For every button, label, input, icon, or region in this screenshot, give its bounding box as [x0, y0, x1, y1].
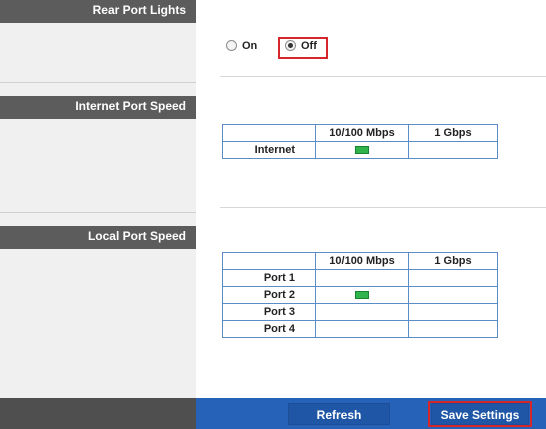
table-row: Port 4 — [222, 320, 498, 338]
speed-10-100-cell — [315, 286, 409, 304]
link-led-icon — [355, 291, 369, 300]
refresh-button[interactable]: Refresh — [288, 403, 390, 425]
speed-1g-cell — [408, 320, 498, 338]
sidebar-divider — [0, 82, 196, 83]
table-header-row: 10/100 Mbps 1 Gbps — [222, 252, 498, 270]
sidebar: Rear Port Lights Internet Port Speed Loc… — [0, 0, 196, 429]
sidebar-divider — [0, 212, 196, 213]
speed-1g-cell — [408, 303, 498, 321]
row-label: Port 2 — [222, 286, 316, 304]
on-radio-label[interactable]: On — [242, 40, 257, 52]
table-header-cell: 1 Gbps — [408, 124, 498, 142]
save-highlight-box — [428, 401, 532, 427]
speed-10-100-cell — [315, 320, 409, 338]
speed-10-100-cell — [315, 141, 409, 159]
on-radio[interactable] — [226, 40, 237, 51]
internet-port-speed-table: 10/100 Mbps 1 Gbps Internet — [222, 124, 498, 159]
section-divider — [220, 76, 546, 77]
table-header-cell: 10/100 Mbps — [315, 124, 409, 142]
main-content — [196, 0, 546, 429]
row-label: Port 1 — [222, 269, 316, 287]
off-highlight-box — [278, 37, 328, 59]
speed-1g-cell — [408, 286, 498, 304]
speed-1g-cell — [408, 141, 498, 159]
rear-port-lights-header: Rear Port Lights — [0, 0, 196, 23]
local-port-speed-header: Local Port Speed — [0, 226, 196, 249]
table-header-cell: 1 Gbps — [408, 252, 498, 270]
row-label: Port 4 — [222, 320, 316, 338]
row-label: Port 3 — [222, 303, 316, 321]
table-header-cell: 10/100 Mbps — [315, 252, 409, 270]
table-row: Internet — [222, 141, 498, 159]
table-row: Port 1 — [222, 269, 498, 287]
speed-10-100-cell — [315, 303, 409, 321]
table-header-row: 10/100 Mbps 1 Gbps — [222, 124, 498, 142]
table-row: Port 2 — [222, 286, 498, 304]
table-header-cell — [222, 252, 316, 270]
row-label: Internet — [222, 141, 316, 159]
local-port-speed-table: 10/100 Mbps 1 Gbps Port 1 Port 2 Port 3 … — [222, 252, 498, 338]
link-led-icon — [355, 146, 369, 155]
table-row: Port 3 — [222, 303, 498, 321]
section-divider — [220, 207, 546, 208]
speed-1g-cell — [408, 269, 498, 287]
table-header-cell — [222, 124, 316, 142]
internet-port-speed-header: Internet Port Speed — [0, 96, 196, 119]
speed-10-100-cell — [315, 269, 409, 287]
footer-left — [0, 398, 196, 429]
